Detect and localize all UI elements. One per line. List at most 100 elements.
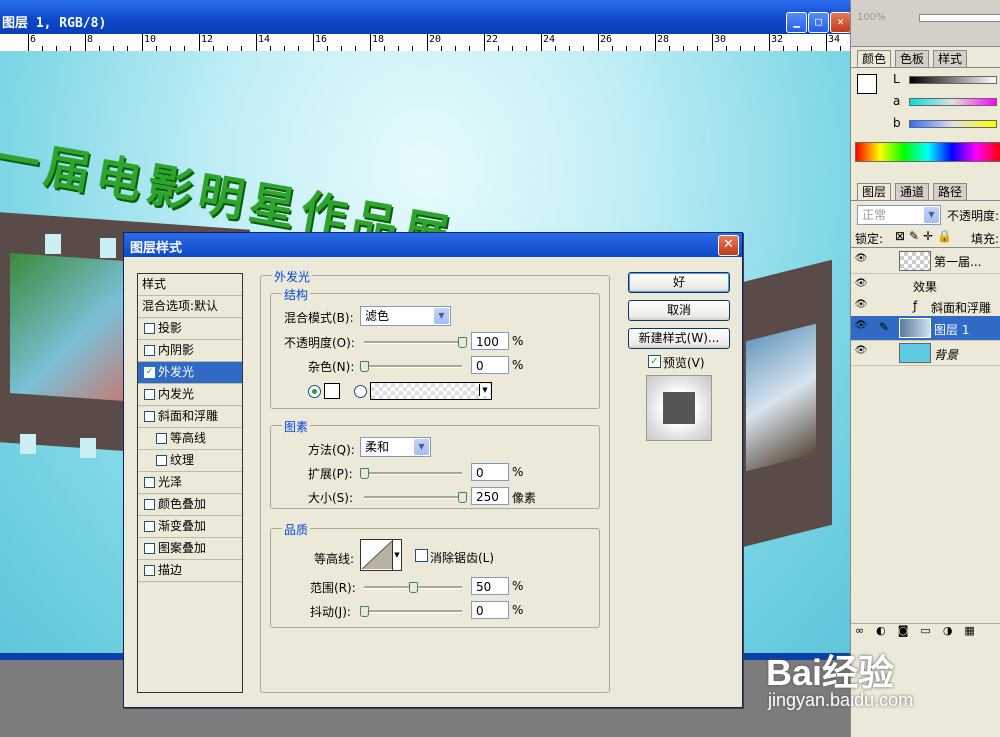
visibility-eye-icon[interactable]: 👁	[854, 320, 868, 332]
layer-blend-mode-select[interactable]: 正常 ▼	[857, 205, 941, 225]
contour-picker[interactable]: ▼	[360, 539, 402, 571]
spread-slider-thumb[interactable]	[360, 468, 369, 479]
style-list-item[interactable]: 描边	[138, 560, 242, 582]
style-list-item[interactable]: 混合选项:默认	[138, 296, 242, 318]
visibility-eye-icon[interactable]: 👁	[854, 345, 868, 357]
watermark-brand: Bai经验	[766, 652, 895, 693]
layer-row-background[interactable]: 👁 背景	[851, 341, 1000, 366]
style-checkbox[interactable]	[144, 477, 155, 488]
style-checkbox[interactable]	[144, 499, 155, 510]
close-window-button[interactable]: ✕	[830, 12, 851, 33]
dialog-title-bar[interactable]: 图层样式 ✕	[124, 233, 742, 257]
lightness-slider[interactable]	[909, 76, 997, 84]
style-list-item[interactable]: 样式	[138, 274, 242, 296]
style-checkbox[interactable]	[144, 543, 155, 554]
gradient-swatch[interactable]: ▼	[370, 382, 492, 400]
style-list-label: 渐变叠加	[158, 519, 207, 533]
style-list-label: 样式	[142, 277, 167, 291]
ruler-tick	[256, 34, 257, 51]
style-list-item[interactable]: 图案叠加	[138, 538, 242, 560]
visibility-eye-icon[interactable]: 👁	[854, 299, 868, 311]
noise-slider-thumb[interactable]	[360, 361, 369, 372]
cancel-button[interactable]: 取消	[628, 300, 730, 321]
ruler-tick	[313, 34, 314, 51]
noise-slider-track[interactable]	[364, 365, 462, 368]
style-checkbox[interactable]	[144, 345, 155, 356]
maximize-button[interactable]: □	[808, 12, 829, 33]
ruler-tick	[826, 34, 827, 51]
dialog-close-button[interactable]: ✕	[718, 235, 739, 256]
color-spectrum-bar[interactable]	[855, 142, 1000, 162]
layer-row-layer1[interactable]: 👁 ✎ 图层 1	[851, 316, 1000, 341]
ruler-tick	[484, 34, 485, 51]
tab-styles[interactable]: 样式	[933, 50, 968, 67]
style-list-item[interactable]: 光泽	[138, 472, 242, 494]
antialias-checkbox[interactable]	[415, 549, 428, 562]
noise-input[interactable]: 0	[471, 356, 509, 374]
gradient-radio-button[interactable]	[354, 385, 367, 398]
tab-channels[interactable]: 通道	[895, 183, 930, 200]
style-list-item[interactable]: 渐变叠加	[138, 516, 242, 538]
new-style-button[interactable]: 新建样式(W)...	[628, 328, 730, 349]
style-checkbox[interactable]	[156, 433, 167, 444]
style-checkbox[interactable]: ✓	[144, 367, 155, 378]
range-percent: %	[512, 579, 524, 593]
tab-layers[interactable]: 图层	[857, 183, 892, 200]
document-title-bar[interactable]: 图层 1, RGB/8) ▁ □ ✕	[0, 0, 851, 34]
style-checkbox[interactable]	[144, 389, 155, 400]
blend-mode-label: 混合模式(B):	[284, 311, 354, 325]
size-slider-thumb[interactable]	[458, 492, 467, 503]
b-channel-slider[interactable]	[909, 120, 997, 128]
jitter-slider-track[interactable]	[364, 610, 462, 613]
color-radio-button[interactable]	[308, 385, 321, 398]
style-list-item[interactable]: 纹理	[138, 450, 242, 472]
style-list-item[interactable]: 投影	[138, 318, 242, 340]
layer-row-bevel[interactable]: 👁 ƒ 斜面和浮雕	[851, 295, 1000, 318]
opacity-input[interactable]: 100	[471, 332, 509, 350]
range-input[interactable]: 50	[471, 577, 509, 595]
layers-panel-footer-icons[interactable]: ∞◐◙▭◑▦	[851, 623, 1000, 640]
size-slider-track[interactable]	[364, 496, 462, 499]
style-checkbox[interactable]	[144, 323, 155, 334]
foreground-color-swatch[interactable]	[857, 74, 877, 94]
style-checkbox[interactable]	[156, 455, 167, 466]
style-checkbox[interactable]	[144, 565, 155, 576]
style-list-item[interactable]: 内阴影	[138, 340, 242, 362]
layer-row-text[interactable]: 👁 第一届...	[851, 249, 1000, 274]
preview-checkbox[interactable]: ✓	[648, 355, 661, 368]
ok-button[interactable]: 好	[628, 272, 730, 293]
style-list-item[interactable]: 等高线	[138, 428, 242, 450]
zoom-slider[interactable]	[919, 14, 1000, 22]
size-input[interactable]: 250	[471, 487, 509, 505]
style-list-item[interactable]: 斜面和浮雕	[138, 406, 242, 428]
style-checkbox[interactable]	[144, 411, 155, 422]
lock-label: 锁定:	[855, 232, 884, 246]
style-checkbox[interactable]	[144, 521, 155, 532]
jitter-input[interactable]: 0	[471, 601, 509, 619]
jitter-percent: %	[512, 603, 524, 617]
ruler-tick	[655, 34, 656, 51]
visibility-eye-icon[interactable]: 👁	[854, 253, 868, 265]
tab-color[interactable]: 颜色	[857, 50, 892, 67]
opacity-slider-thumb[interactable]	[458, 337, 467, 348]
visibility-eye-icon[interactable]: 👁	[854, 278, 868, 290]
fill-label: 填充:	[971, 232, 1000, 246]
lock-icons[interactable]: ⊠✎✛🔒	[895, 229, 956, 243]
range-slider-thumb[interactable]	[409, 582, 418, 593]
layer-row-effects[interactable]: 👁 效果	[851, 274, 1000, 297]
ruler-tick	[712, 34, 713, 51]
a-channel-slider[interactable]	[909, 98, 997, 106]
spread-slider-track[interactable]	[364, 472, 462, 475]
style-list-item[interactable]: 内发光	[138, 384, 242, 406]
style-list-item[interactable]: ✓ 外发光	[138, 362, 242, 384]
jitter-slider-thumb[interactable]	[360, 606, 369, 617]
tab-swatches[interactable]: 色板	[895, 50, 930, 67]
minimize-button[interactable]: ▁	[786, 12, 807, 33]
spread-input[interactable]: 0	[471, 463, 509, 481]
glow-color-swatch[interactable]	[324, 383, 340, 399]
technique-select[interactable]: 柔和 ▼	[360, 437, 431, 457]
blend-mode-select[interactable]: 滤色 ▼	[360, 306, 451, 326]
opacity-slider-track[interactable]	[364, 341, 462, 344]
tab-paths[interactable]: 路径	[933, 183, 968, 200]
style-list-item[interactable]: 颜色叠加	[138, 494, 242, 516]
